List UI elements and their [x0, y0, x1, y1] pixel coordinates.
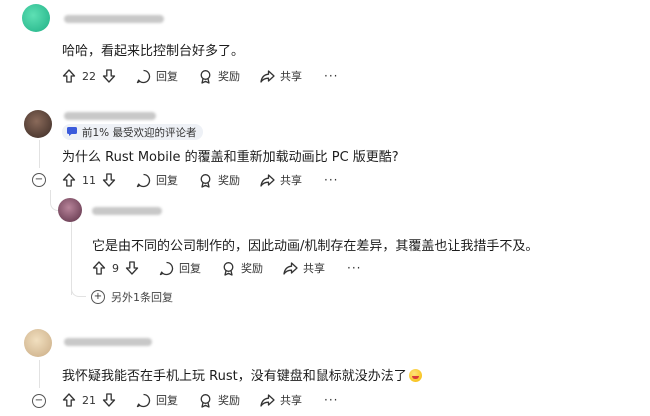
share-icon — [283, 261, 298, 276]
more-options-icon[interactable]: ··· — [324, 69, 338, 83]
avatar[interactable] — [58, 198, 82, 222]
award-button[interactable]: 奖励 — [221, 260, 263, 276]
avatar[interactable] — [22, 4, 50, 32]
upvote-icon[interactable] — [62, 173, 76, 187]
award-label: 奖励 — [218, 394, 240, 407]
downvote-icon[interactable] — [102, 69, 116, 83]
award-icon — [198, 69, 213, 84]
share-label: 共享 — [303, 262, 325, 275]
more-options-icon[interactable]: ··· — [347, 261, 361, 275]
thread-line — [39, 360, 40, 388]
downvote-icon[interactable] — [102, 173, 116, 187]
reply-button[interactable]: 回复 — [136, 68, 178, 84]
share-button[interactable]: 共享 — [260, 172, 302, 188]
award-button[interactable]: 奖励 — [198, 68, 240, 84]
plus-circle-icon: + — [91, 290, 105, 304]
upvote-icon[interactable] — [62, 393, 76, 407]
vote-control: 11 — [62, 173, 116, 187]
award-button[interactable]: 奖励 — [198, 172, 240, 188]
downvote-icon[interactable] — [125, 261, 139, 275]
reply-label: 回复 — [179, 262, 201, 275]
share-icon — [260, 173, 275, 188]
reply-label: 回复 — [156, 394, 178, 407]
comment-text: 它是由不同的公司制作的，因此动画/机制存在差异，其覆盖也让我措手不及。 — [92, 239, 539, 254]
badge-label: 前1% 最受欢迎的评论者 — [82, 126, 197, 139]
comment-bubble-icon — [159, 261, 174, 276]
badge-icon — [66, 125, 78, 140]
comment-bubble-icon — [136, 393, 151, 408]
vote-control: 21 — [62, 393, 116, 407]
reply-button[interactable]: 回复 — [159, 260, 201, 276]
username-blurred[interactable] — [64, 15, 164, 23]
reply-label: 回复 — [156, 174, 178, 187]
upvote-icon[interactable] — [62, 69, 76, 83]
share-button[interactable]: 共享 — [260, 392, 302, 408]
comment-actions: 21 回复 奖励 共享 ··· — [62, 390, 338, 410]
share-label: 共享 — [280, 394, 302, 407]
upvote-icon[interactable] — [92, 261, 106, 275]
avatar[interactable] — [24, 110, 52, 138]
award-icon — [221, 261, 236, 276]
comment-text-body: 我怀疑我能否在手机上玩 Rust，没有键盘和鼠标就没办法了 — [62, 369, 407, 384]
award-label: 奖励 — [241, 262, 263, 275]
thread-connector — [71, 282, 86, 297]
more-options-icon[interactable]: ··· — [324, 173, 338, 187]
comment-bubble-icon — [136, 173, 151, 188]
award-label: 奖励 — [218, 174, 240, 187]
reply-button[interactable]: 回复 — [136, 392, 178, 408]
more-replies-label: 另外1条回复 — [111, 291, 173, 304]
username-blurred[interactable] — [64, 338, 152, 346]
downvote-icon[interactable] — [102, 393, 116, 407]
comment-actions: 11 回复 奖励 共享 ··· — [62, 170, 338, 190]
comment-text: 哈哈，看起来比控制台好多了。 — [62, 44, 245, 59]
thread-line — [39, 140, 40, 168]
share-icon — [260, 69, 275, 84]
collapse-thread-button[interactable]: − — [32, 394, 46, 408]
comment-actions: 9 回复 奖励 共享 ··· — [92, 258, 361, 278]
comment-actions: 22 回复 奖励 共享 ··· — [62, 66, 338, 86]
crazy-face-emoji-icon — [408, 369, 422, 382]
share-icon — [260, 393, 275, 408]
username-blurred[interactable] — [92, 207, 162, 215]
award-icon — [198, 173, 213, 188]
award-icon — [198, 393, 213, 408]
status-badge: 前1% 最受欢迎的评论者 — [62, 124, 203, 140]
reply-label: 回复 — [156, 70, 178, 83]
share-label: 共享 — [280, 70, 302, 83]
vote-count: 9 — [112, 261, 119, 275]
avatar[interactable] — [24, 329, 52, 357]
collapse-thread-button[interactable]: − — [32, 173, 46, 187]
share-button[interactable]: 共享 — [283, 260, 325, 276]
vote-control: 9 — [92, 261, 139, 275]
share-label: 共享 — [280, 174, 302, 187]
more-replies-button[interactable]: + 另外1条回复 — [91, 289, 173, 305]
award-label: 奖励 — [218, 70, 240, 83]
vote-count: 22 — [82, 69, 96, 83]
comment-text: 为什么 Rust Mobile 的覆盖和重新加载动画比 PC 版更酷? — [62, 150, 399, 165]
vote-count: 11 — [82, 173, 96, 187]
more-options-icon[interactable]: ··· — [324, 393, 338, 407]
vote-control: 22 — [62, 69, 116, 83]
vote-count: 21 — [82, 393, 96, 407]
award-button[interactable]: 奖励 — [198, 392, 240, 408]
username-blurred[interactable] — [64, 112, 156, 120]
reply-button[interactable]: 回复 — [136, 172, 178, 188]
comment-bubble-icon — [136, 69, 151, 84]
comment-text: 我怀疑我能否在手机上玩 Rust，没有键盘和鼠标就没办法了 — [62, 365, 422, 384]
share-button[interactable]: 共享 — [260, 68, 302, 84]
